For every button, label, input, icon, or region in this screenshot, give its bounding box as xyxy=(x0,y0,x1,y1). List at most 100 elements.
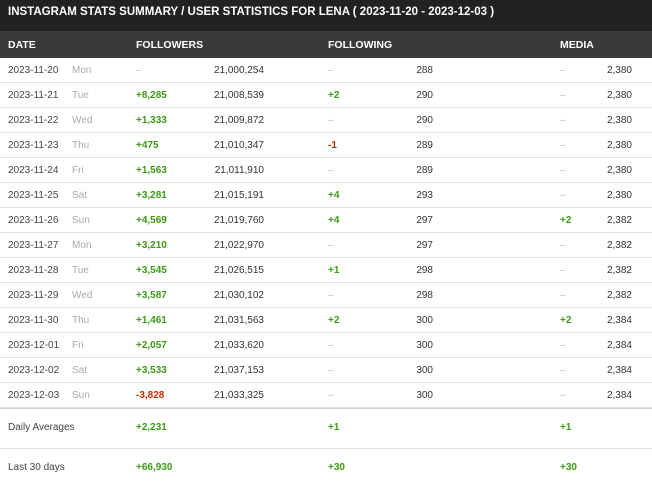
row-date: 2023-11-26 xyxy=(8,215,59,226)
row-date: 2023-12-02 xyxy=(8,365,60,376)
row-followers-change: +2,057 xyxy=(136,340,167,351)
row-date: 2023-11-21 xyxy=(8,90,59,101)
table-row: 2023-11-28 Tue +3,545 21,026,515 +1 298 – 2,382 xyxy=(0,258,652,283)
row-following-total: 290 xyxy=(416,115,433,126)
row-weekday: Sat xyxy=(72,190,88,201)
row-following-change: -1 xyxy=(328,140,337,151)
row-weekday: Thu xyxy=(72,315,90,326)
row-media-total: 2,380 xyxy=(606,90,632,101)
row-followers-total: 21,015,191 xyxy=(213,190,264,201)
table-row: 2023-11-21 Tue +8,285 21,008,539 +2 290 – 2,380 xyxy=(0,83,652,108)
last-30-days-following: +30 xyxy=(328,462,345,473)
row-following-change: +4 xyxy=(328,215,340,226)
row-followers-total: 21,010,347 xyxy=(213,140,264,151)
row-weekday: Wed xyxy=(72,290,93,301)
row-weekday: Thu xyxy=(72,140,90,151)
row-media-change: +2 xyxy=(560,315,572,326)
table-row: 2023-12-03 Sun -3,828 21,033,325 – 300 – 2,384 xyxy=(0,383,652,408)
row-following-total: 288 xyxy=(416,65,433,76)
row-weekday: Tue xyxy=(72,90,89,101)
row-weekday: Sat xyxy=(72,365,88,376)
daily-averages-followers: +2,231 xyxy=(136,422,167,433)
row-following-change: – xyxy=(328,365,334,376)
row-followers-total: 21,026,515 xyxy=(213,265,264,276)
row-following-change: – xyxy=(328,165,334,176)
daily-averages-label: Daily Averages xyxy=(8,422,75,433)
row-media-total: 2,382 xyxy=(606,265,632,276)
table-row: 2023-11-25 Sat +3,281 21,015,191 +4 293 – 2,380 xyxy=(0,183,652,208)
row-date: 2023-11-28 xyxy=(8,265,59,276)
row-media-change: – xyxy=(560,90,566,101)
row-followers-change: +1,563 xyxy=(136,165,167,176)
row-media-change: +2 xyxy=(560,215,572,226)
row-media-total: 2,384 xyxy=(606,315,632,326)
row-media-total: 2,384 xyxy=(606,340,632,351)
table-row: 2023-12-02 Sat +3,533 21,037,153 – 300 – 2,384 xyxy=(0,358,652,383)
row-following-change: +2 xyxy=(328,90,340,101)
row-media-total: 2,380 xyxy=(606,190,632,201)
row-weekday: Fri xyxy=(72,165,84,176)
row-following-total: 300 xyxy=(416,340,433,351)
row-followers-change: +8,285 xyxy=(136,90,167,101)
row-following-change: +4 xyxy=(328,190,340,201)
row-following-total: 298 xyxy=(416,265,433,276)
row-following-total: 300 xyxy=(416,390,433,401)
table-header: DATE FOLLOWERS FOLLOWING MEDIA xyxy=(0,31,652,58)
row-followers-change: +3,210 xyxy=(136,240,167,251)
row-date: 2023-11-22 xyxy=(8,115,59,126)
row-followers-change: +3,533 xyxy=(136,365,167,376)
row-followers-change: +1,461 xyxy=(136,315,167,326)
last-30-days-label: Last 30 days xyxy=(8,462,65,473)
row-following-total: 300 xyxy=(416,365,433,376)
row-media-total: 2,380 xyxy=(606,140,632,151)
row-followers-total: 21,000,254 xyxy=(213,65,264,76)
row-weekday: Sun xyxy=(72,390,90,401)
row-media-total: 2,382 xyxy=(606,290,632,301)
row-followers-change: -3,828 xyxy=(136,390,165,401)
row-weekday: Wed xyxy=(72,115,93,126)
row-followers-total: 21,033,325 xyxy=(213,390,264,401)
row-followers-change: +1,333 xyxy=(136,115,167,126)
row-date: 2023-12-03 xyxy=(8,390,60,401)
row-followers-total: 21,030,102 xyxy=(213,290,264,301)
row-following-change: – xyxy=(328,340,334,351)
row-following-total: 289 xyxy=(416,140,433,151)
row-weekday: Mon xyxy=(72,65,92,76)
row-followers-change: +3,545 xyxy=(136,265,167,276)
row-date: 2023-11-24 xyxy=(8,165,59,176)
row-weekday: Sun xyxy=(72,215,90,226)
row-media-total: 2,380 xyxy=(606,115,632,126)
daily-averages-row: Daily Averages +2,231 +1 +1 xyxy=(0,408,652,449)
row-following-total: 293 xyxy=(416,190,433,201)
row-weekday: Fri xyxy=(72,340,84,351)
stats-table: DATE FOLLOWERS FOLLOWING MEDIA 2023-11-2… xyxy=(0,31,652,490)
row-media-change: – xyxy=(560,65,566,76)
table-row: 2023-11-30 Thu +1,461 21,031,563 +2 300 +2 2,38… xyxy=(0,308,652,333)
row-media-change: – xyxy=(560,340,566,351)
row-following-total: 290 xyxy=(416,90,433,101)
last-30-days-followers: +66,930 xyxy=(136,462,173,473)
row-media-change: – xyxy=(560,390,566,401)
row-media-total: 2,380 xyxy=(606,65,632,76)
row-followers-total: 21,033,620 xyxy=(213,340,264,351)
row-media-total: 2,382 xyxy=(606,240,632,251)
row-media-total: 2,384 xyxy=(606,390,632,401)
row-date: 2023-11-23 xyxy=(8,140,59,151)
row-followers-total: 21,031,563 xyxy=(213,315,264,326)
row-following-change: – xyxy=(328,115,334,126)
page-title: INSTAGRAM STATS SUMMARY / USER STATISTIC… xyxy=(0,0,652,31)
column-followers-header: FOLLOWERS xyxy=(136,39,204,51)
row-followers-change: +3,587 xyxy=(136,290,167,301)
column-date-header: DATE xyxy=(8,39,36,51)
row-following-total: 300 xyxy=(416,315,433,326)
row-following-total: 297 xyxy=(416,215,433,226)
row-followers-change: +3,281 xyxy=(136,190,167,201)
column-media-header: MEDIA xyxy=(560,39,594,51)
row-following-change: – xyxy=(328,65,334,76)
daily-averages-media: +1 xyxy=(560,422,572,433)
row-media-total: 2,382 xyxy=(606,215,632,226)
row-followers-total: 21,009,872 xyxy=(213,115,264,126)
row-media-change: – xyxy=(560,240,566,251)
row-weekday: Mon xyxy=(72,240,92,251)
table-row: 2023-11-22 Wed +1,333 21,009,872 – 290 – 2,380 xyxy=(0,108,652,133)
